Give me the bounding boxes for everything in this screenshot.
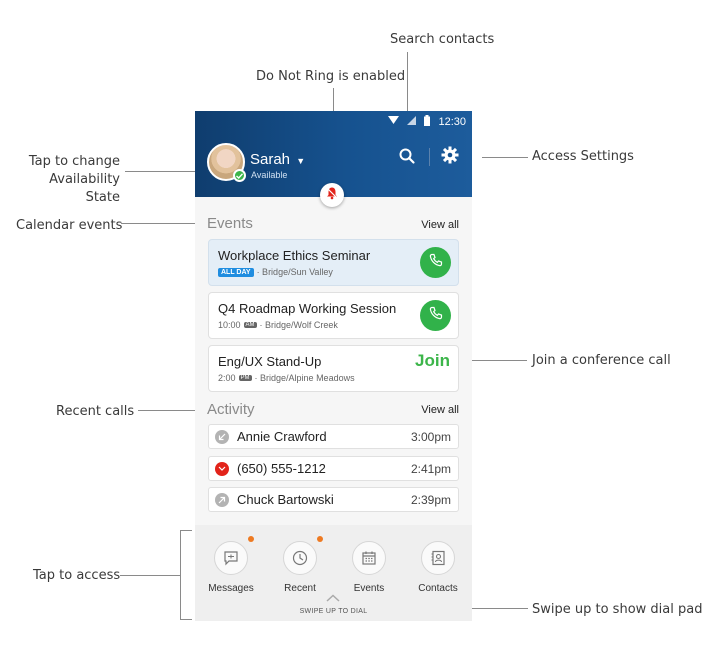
- annotation-search-contacts: Search contacts: [390, 32, 495, 47]
- nav-label: Recent: [284, 583, 316, 594]
- bell-off-icon: [325, 186, 339, 205]
- status-bar: 12:30: [388, 115, 466, 129]
- join-button[interactable]: Join: [415, 351, 450, 371]
- phone-icon: [429, 306, 443, 325]
- event-time: 2:00: [218, 373, 236, 383]
- call-time: 2:41pm: [410, 462, 451, 476]
- messages-notification-dot: [248, 536, 254, 542]
- event-title: Eng/UX Stand-Up: [218, 354, 322, 369]
- annotation-tap-to-access: Tap to access: [33, 568, 121, 583]
- contacts-icon: [421, 541, 455, 575]
- event-title: Q4 Roadmap Working Session: [218, 301, 397, 316]
- swipe-up-to-dial-hint[interactable]: SWIPE UP TO DIAL: [195, 608, 472, 615]
- nav-messages[interactable]: Messages: [203, 541, 259, 594]
- status-time: 12:30: [438, 116, 466, 128]
- event-card-q4-roadmap[interactable]: Q4 Roadmap Working Session 10:00 AM · Br…: [208, 292, 459, 339]
- activity-view-all-link[interactable]: View all: [421, 404, 459, 416]
- event-details: 2:00 PM · Bridge/Alpine Meadows: [218, 373, 355, 383]
- incoming-call-icon: [215, 430, 229, 444]
- contact-name: (650) 555-1212: [237, 461, 326, 476]
- annotation-access-line: [120, 575, 180, 576]
- activity-row-annie-crawford[interactable]: Annie Crawford 3:00pm: [208, 424, 459, 449]
- activity-row-chuck-bartowski[interactable]: Chuck Bartowski 2:39pm: [208, 487, 459, 512]
- recent-notification-dot: [317, 536, 323, 542]
- annotation-access-settings: Access Settings: [532, 149, 634, 164]
- contact-name: Chuck Bartowski: [237, 492, 334, 507]
- annotation-recent-line: [138, 410, 195, 411]
- annotation-tap-change-line1: Tap to change: [28, 154, 120, 169]
- nav-recent[interactable]: Recent: [272, 541, 328, 594]
- wifi-icon: [388, 116, 400, 128]
- header-divider: [429, 148, 430, 166]
- annotation-tap-change-line2: Availability State: [49, 172, 120, 205]
- clock-icon: [283, 541, 317, 575]
- annotation-tap-change-line: [125, 171, 205, 172]
- annotation-recent-calls: Recent calls: [56, 404, 135, 419]
- annotation-bracket-top: [180, 530, 192, 531]
- gear-icon[interactable]: [441, 146, 459, 164]
- activity-heading: Activity: [207, 401, 255, 418]
- phone-screen: 12:30 Sarah ▼ Available Events View all …: [195, 111, 472, 621]
- call-button[interactable]: [420, 300, 451, 331]
- search-icon[interactable]: [398, 147, 416, 165]
- availability-status: Available: [251, 170, 288, 180]
- annotation-tap-change: Tap to change Availability State: [20, 153, 120, 207]
- nav-label: Contacts: [418, 583, 458, 594]
- am-pm-tag: PM: [238, 375, 252, 381]
- events-view-all-link[interactable]: View all: [421, 219, 459, 231]
- event-card-workplace-ethics[interactable]: Workplace Ethics Seminar ALL DAY · Bridg…: [208, 239, 459, 286]
- call-time: 2:39pm: [410, 493, 451, 507]
- nav-label: Messages: [208, 583, 254, 594]
- signal-icon: [407, 116, 417, 128]
- annotation-do-not-ring: Do Not Ring is enabled: [256, 69, 406, 84]
- annotation-calendar-line: [121, 223, 195, 224]
- call-time: 3:00pm: [410, 430, 451, 444]
- bottom-navigation: Messages Recent Events Contacts SWIPE UP…: [195, 525, 472, 621]
- phone-icon: [429, 253, 443, 272]
- event-location: · Bridge/Alpine Meadows: [254, 373, 355, 383]
- annotation-calendar-events: Calendar events: [16, 218, 123, 233]
- nav-label: Events: [353, 583, 385, 594]
- messages-icon: [214, 541, 248, 575]
- contact-name: Annie Crawford: [237, 429, 327, 444]
- outgoing-call-icon: [215, 493, 229, 507]
- event-card-eng-ux-standup[interactable]: Eng/UX Stand-Up 2:00 PM · Bridge/Alpine …: [208, 345, 459, 392]
- event-location: · Bridge/Wolf Creek: [259, 320, 338, 330]
- annotation-bracket-bottom: [180, 619, 192, 620]
- events-heading: Events: [207, 215, 253, 232]
- chevron-up-icon: [326, 589, 340, 607]
- chevron-down-icon: ▼: [296, 156, 306, 166]
- event-details: ALL DAY · Bridge/Sun Valley: [218, 267, 333, 277]
- activity-row-phone-number[interactable]: (650) 555-1212 2:41pm: [208, 456, 459, 481]
- user-name-dropdown[interactable]: Sarah ▼: [250, 151, 305, 168]
- available-check-icon: [233, 169, 246, 182]
- am-pm-tag: AM: [243, 322, 257, 328]
- event-location: · Bridge/Sun Valley: [256, 267, 333, 277]
- annotation-swipe-up: Swipe up to show dial pad: [532, 602, 703, 617]
- annotation-join-conference: Join a conference call: [532, 353, 671, 368]
- annotation-bracket-vertical: [180, 530, 181, 620]
- annotation-settings-line: [482, 157, 528, 158]
- call-button[interactable]: [420, 247, 451, 278]
- event-title: Workplace Ethics Seminar: [218, 248, 371, 263]
- event-time: 10:00: [218, 320, 241, 330]
- missed-call-icon: [215, 462, 229, 476]
- calendar-icon: [352, 541, 386, 575]
- battery-icon: [424, 115, 431, 129]
- nav-events[interactable]: Events: [341, 541, 397, 594]
- all-day-badge: ALL DAY: [218, 267, 254, 277]
- event-details: 10:00 AM · Bridge/Wolf Creek: [218, 320, 338, 330]
- nav-contacts[interactable]: Contacts: [410, 541, 466, 594]
- user-name: Sarah: [250, 151, 291, 168]
- do-not-ring-button[interactable]: [320, 183, 344, 207]
- annotation-join-line: [471, 360, 527, 361]
